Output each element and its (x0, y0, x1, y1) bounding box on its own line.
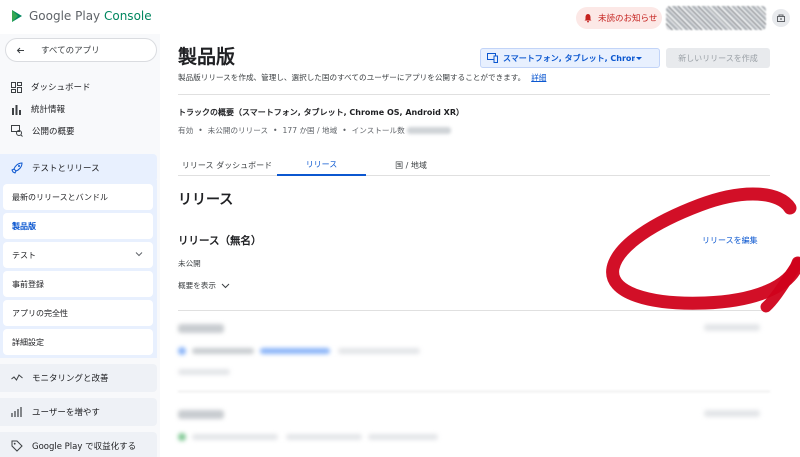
edit-release-link[interactable]: リリースを編集 (702, 235, 758, 246)
tab-label: 国 / 地域 (395, 160, 427, 170)
sidebar-section-label: Google Play で収益化する (32, 442, 137, 452)
sidebar-item-advanced-settings[interactable]: 詳細設定 (3, 329, 153, 355)
header-divider (178, 94, 770, 95)
country-count: 177 か国 / 地域 (282, 126, 338, 135)
app-brand: Google Play Console (29, 9, 152, 23)
sidebar-section-grow-users[interactable]: ユーザーを増やす (0, 398, 157, 426)
sidebar-item-label: 製品版 (12, 221, 36, 231)
play-logo-icon (12, 10, 22, 22)
rocket-icon (11, 162, 23, 174)
google-play-console-logo[interactable]: Google Play Console (10, 9, 152, 23)
all-apps-label: すべてのアプリ (41, 46, 100, 56)
sidebar-item-statistics[interactable]: 統計情報 (0, 99, 160, 119)
sidebar-section-label: ユーザーを増やす (32, 408, 100, 418)
sidebar-section-label: モニタリングと改善 (32, 374, 109, 384)
chevron-down-icon (135, 252, 143, 257)
dropdown-arrow-icon (636, 56, 642, 60)
summary-toggle-label: 概要を表示 (178, 281, 216, 290)
release-divider (178, 391, 770, 392)
release-tabs: リリース ダッシュボード リリース 国 / 地域 (178, 154, 770, 176)
sidebar-item-label: 事前登録 (12, 279, 44, 289)
main-content: 製品版 スマートフォン, タブレット, Chrome... 新しいリリースを作成… (160, 34, 800, 457)
all-apps-back-button[interactable]: すべてのアプリ (5, 38, 157, 62)
notification-bell-icon (584, 14, 592, 23)
sidebar-item-dashboard[interactable]: ダッシュボード (0, 77, 160, 97)
sidebar-item-testing[interactable]: テスト (3, 242, 153, 268)
notification-label: 未読のお知らせ (598, 14, 658, 24)
sidebar-item-label: 公開の概要 (32, 127, 75, 137)
top-app-bar: Google Play Console 未読のお知らせ (0, 0, 800, 34)
show-summary-toggle[interactable]: 概要を表示 (178, 280, 230, 291)
install-count-label: インストール数 (351, 126, 405, 135)
details-link[interactable]: 詳細 (531, 73, 546, 82)
track-overview-title: トラックの概要（スマートフォン, タブレット, Chrome OS, Andro… (178, 108, 464, 117)
create-new-release-button[interactable]: 新しいリリースを作成 (666, 48, 770, 68)
sidebar-item-label: 詳細設定 (12, 337, 44, 347)
chevron-down-icon (221, 283, 230, 288)
redacted-account-info[interactable] (666, 6, 766, 30)
monitoring-icon (11, 374, 23, 381)
track-overview-meta: 有効 • 未公開のリリース • 177 か国 / 地域 • インストール数 (178, 125, 451, 136)
sidebar-item-pre-registration[interactable]: 事前登録 (3, 271, 153, 297)
sidebar-section-test-and-release[interactable]: テストとリリース (0, 154, 157, 182)
sidebar-item-label: テスト (12, 250, 36, 260)
monetize-tag-icon (11, 440, 23, 452)
sidebar-item-app-integrity[interactable]: アプリの完全性 (3, 300, 153, 326)
tab-releases[interactable]: リリース (277, 154, 366, 176)
left-navigation: すべてのアプリ ダッシュボード 統計情報 公開の概要 テストとリリース 最新のリ… (0, 34, 160, 457)
arrow-back-icon (16, 47, 24, 53)
sidebar-item-label: アプリの完全性 (12, 308, 68, 318)
releases-section-title: リリース (178, 192, 234, 208)
sidebar-item-label: 統計情報 (31, 105, 66, 115)
sidebar-item-production[interactable]: 製品版 (3, 213, 153, 239)
description-text: 製品版リリースを作成、管理し、選択した国のすべてのユーザーにアプリを公開すること… (178, 73, 526, 82)
sidebar-item-latest-releases[interactable]: 最新のリリースとバンドル (3, 184, 153, 210)
release-status-text: 未公開 (178, 259, 201, 268)
sidebar-item-label: 最新のリリースとバンドル (12, 192, 108, 202)
device-type-selector[interactable]: スマートフォン, タブレット, Chrome... (480, 48, 660, 68)
tab-countries-regions[interactable]: 国 / 地域 (366, 154, 456, 176)
track-status: 有効 (178, 126, 194, 135)
sidebar-item-publishing-overview[interactable]: 公開の概要 (0, 121, 160, 141)
tab-release-dashboard[interactable]: リリース ダッシュボード (178, 154, 276, 176)
create-release-label: 新しいリリースを作成 (678, 53, 758, 63)
sidebar-item-label: ダッシュボード (31, 83, 91, 93)
bar-chart-icon (12, 104, 21, 115)
blurred-release-card (178, 400, 770, 450)
release-status: 未公開のリリース (207, 126, 269, 135)
tab-label: リリース (305, 159, 338, 169)
sidebar-section-monitor-and-improve[interactable]: モニタリングと改善 (0, 364, 157, 392)
devices-icon (487, 53, 498, 63)
grow-users-icon (11, 407, 22, 417)
release-name: リリース（無名） (178, 235, 262, 247)
sidebar-section-monetize[interactable]: Google Play で収益化する (0, 432, 157, 457)
blurred-release-card (178, 318, 770, 380)
dashboard-icon (11, 81, 22, 93)
account-switch-icon[interactable] (772, 9, 790, 27)
redacted-install-count (406, 127, 451, 134)
page-title: 製品版 (178, 46, 236, 68)
device-selector-label: スマートフォン, タブレット, Chrome... (503, 53, 635, 63)
unread-notifications-chip[interactable]: 未読のお知らせ (576, 7, 662, 29)
brand-name: Google Play (29, 9, 101, 23)
release-divider (178, 310, 770, 311)
sidebar-section-label: テストとリリース (32, 164, 100, 174)
page-description: 製品版リリースを作成、管理し、選択した国のすべてのユーザーにアプリを公開すること… (178, 72, 546, 83)
tab-label: リリース ダッシュボード (181, 160, 273, 170)
brand-accent: Console (103, 9, 152, 23)
publishing-overview-icon (11, 125, 23, 137)
